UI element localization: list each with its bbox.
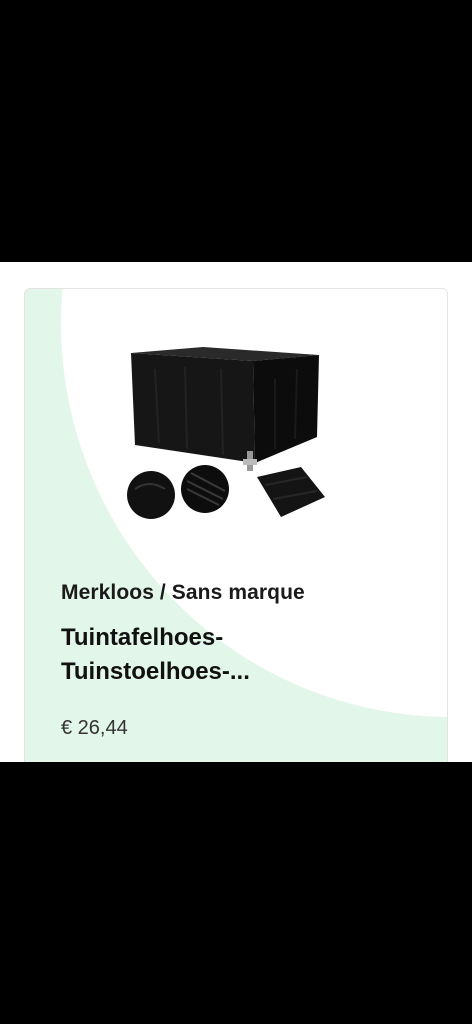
product-brand[interactable]: Merkloos / Sans marque	[61, 581, 305, 605]
detail-circle-1	[127, 471, 175, 519]
buckle	[243, 459, 257, 465]
cover-side	[253, 355, 319, 463]
product-title[interactable]: Tuintafelhoes- Tuinstoelhoes-...	[61, 621, 361, 689]
product-card[interactable]: Merkloos / Sans marque Tuintafelhoes- Tu…	[24, 288, 448, 762]
cover-front	[131, 353, 255, 463]
bottom-black-bar	[0, 762, 472, 1024]
garden-table-cover-icon	[127, 347, 325, 519]
product-title-line-2: Tuinstoelhoes-...	[61, 658, 250, 685]
product-price: € 26,44	[61, 717, 128, 739]
screen: Merkloos / Sans marque Tuintafelhoes- Tu…	[0, 0, 472, 1024]
top-black-bar	[0, 0, 472, 262]
product-image[interactable]	[125, 339, 329, 523]
product-title-line-1: Tuintafelhoes-	[61, 624, 224, 651]
content-area: Merkloos / Sans marque Tuintafelhoes- Tu…	[0, 262, 472, 762]
